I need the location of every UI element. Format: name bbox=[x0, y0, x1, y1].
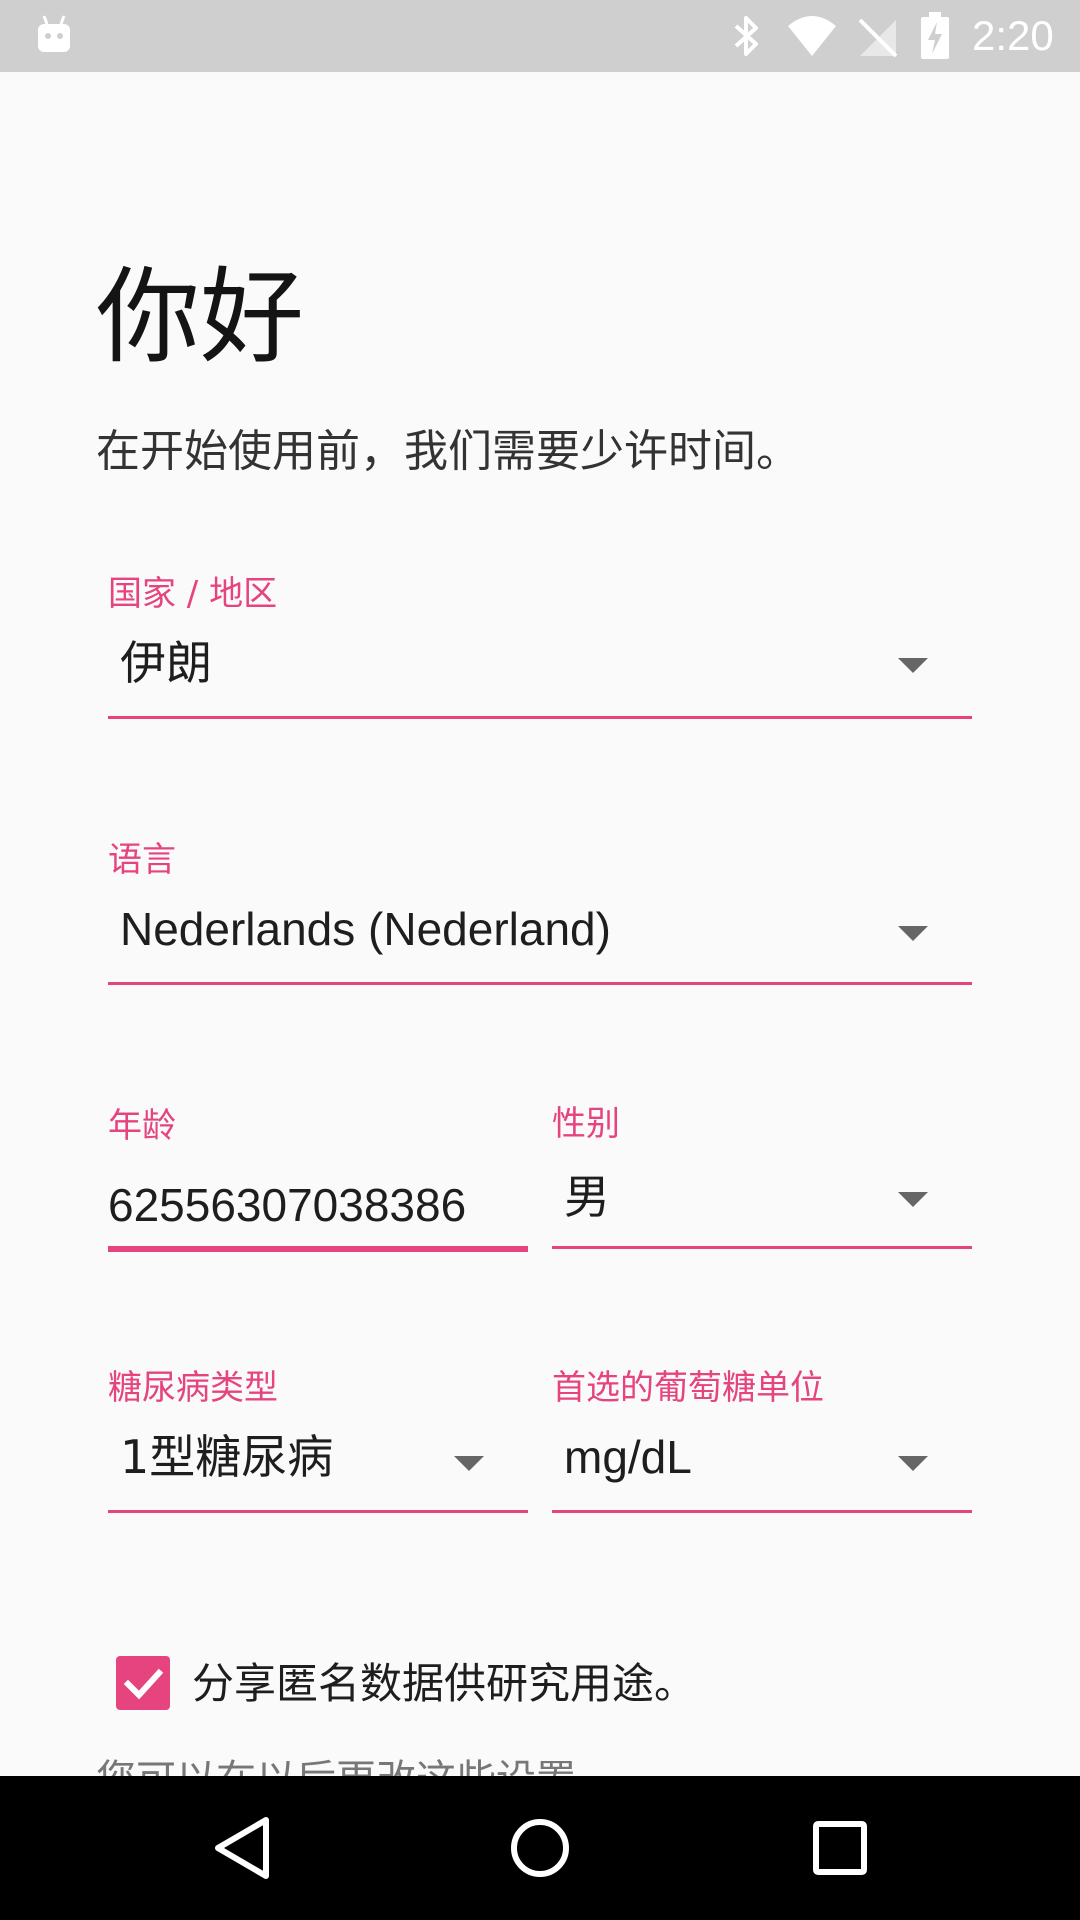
glucose-unit-label: 首选的葡萄糖单位 bbox=[552, 1368, 824, 1408]
gender-value: 男 bbox=[564, 1170, 610, 1224]
page-title: 你好 bbox=[96, 256, 305, 378]
wifi-icon bbox=[786, 14, 838, 62]
recents-icon[interactable] bbox=[794, 1802, 886, 1894]
gender-dropdown[interactable]: 性别 男 bbox=[552, 1100, 972, 1252]
chevron-down-icon bbox=[898, 926, 928, 941]
gender-underline bbox=[552, 1246, 972, 1249]
gender-label: 性别 bbox=[552, 1104, 620, 1144]
home-icon[interactable] bbox=[494, 1802, 586, 1894]
check-icon bbox=[123, 1668, 164, 1700]
country-underline bbox=[108, 716, 972, 719]
age-underline bbox=[108, 1246, 528, 1252]
bluetooth-icon bbox=[730, 14, 764, 62]
share-data-label: 分享匿名数据供研究用途。 bbox=[192, 1659, 697, 1708]
chevron-down-icon bbox=[898, 1192, 928, 1207]
age-input[interactable] bbox=[108, 1172, 528, 1238]
diabetes-type-label: 糖尿病类型 bbox=[108, 1368, 278, 1408]
back-icon[interactable] bbox=[196, 1802, 288, 1894]
status-bar: 2:20 bbox=[0, 0, 1080, 72]
chevron-down-icon bbox=[454, 1456, 484, 1471]
chevron-down-icon bbox=[898, 658, 928, 673]
chevron-down-icon bbox=[898, 1456, 928, 1471]
diabetes-type-underline bbox=[108, 1510, 528, 1513]
android-debug-icon bbox=[36, 14, 72, 58]
status-clock: 2:20 bbox=[972, 12, 1054, 59]
language-label: 语言 bbox=[108, 840, 176, 880]
country-label: 国家 / 地区 bbox=[108, 574, 278, 614]
age-label: 年龄 bbox=[108, 1106, 176, 1146]
language-underline bbox=[108, 982, 972, 985]
share-data-checkbox[interactable] bbox=[116, 1656, 170, 1710]
navigation-bar bbox=[0, 1776, 1080, 1920]
country-value: 伊朗 bbox=[120, 636, 212, 690]
battery-charging-icon bbox=[920, 12, 950, 64]
language-dropdown[interactable]: 语言 Nederlands (Nederland) bbox=[108, 836, 972, 988]
country-dropdown[interactable]: 国家 / 地区 伊朗 bbox=[108, 570, 972, 722]
glucose-unit-underline bbox=[552, 1510, 972, 1513]
glucose-unit-value: mg/dL bbox=[564, 1431, 692, 1483]
glucose-unit-dropdown[interactable]: 首选的葡萄糖单位 mg/dL bbox=[552, 1364, 972, 1516]
no-signal-icon bbox=[858, 14, 898, 62]
language-value: Nederlands (Nederland) bbox=[120, 903, 611, 955]
diabetes-type-value: 1型糖尿病 bbox=[120, 1430, 334, 1484]
age-field[interactable]: 年龄 bbox=[108, 1102, 528, 1254]
page-subtitle: 在开始使用前，我们需要少许时间。 bbox=[96, 426, 800, 477]
diabetes-type-dropdown[interactable]: 糖尿病类型 1型糖尿病 bbox=[108, 1364, 528, 1516]
